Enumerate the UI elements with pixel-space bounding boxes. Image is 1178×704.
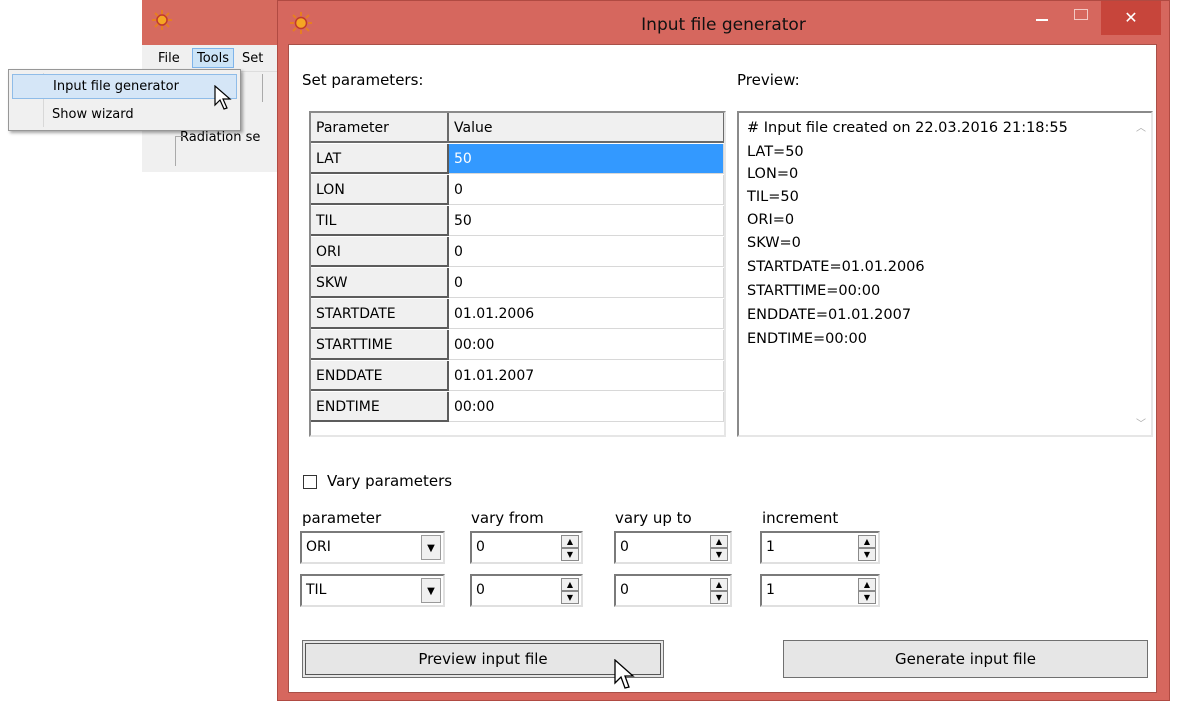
grid-row-param: ENDTIME <box>311 392 449 422</box>
set-parameters-label: Set parameters: <box>302 71 424 89</box>
parameter-select-value: ORI <box>306 539 331 555</box>
radiation-group-label: Radiation se <box>180 130 261 145</box>
preview-line: ENDTIME=00:00 <box>747 331 867 347</box>
grid-cell-value[interactable]: 01.01.2006 <box>449 299 724 329</box>
menu-item-show-wizard[interactable]: Show wizard <box>12 102 237 127</box>
preview-scrollbar[interactable]: ︿ ﹀ <box>1133 113 1151 435</box>
vary-from-value: 0 <box>476 582 485 598</box>
grid-cell-value[interactable]: 01.01.2007 <box>449 361 724 391</box>
dialog-title: Input file generator <box>641 15 806 35</box>
grid-row-param: STARTTIME <box>311 330 449 360</box>
preview-line: ORI=0 <box>747 212 795 228</box>
vary-from-spinner[interactable]: 0 ▲ ▼ <box>470 531 583 564</box>
preview-line: TIL=50 <box>747 189 799 205</box>
generate-input-file-button[interactable]: Generate input file <box>783 640 1148 678</box>
preview-line: ENDDATE=01.01.2007 <box>747 307 912 323</box>
minimize-icon[interactable] <box>1036 19 1048 21</box>
close-icon: ✕ <box>1124 8 1138 27</box>
mouse-cursor-icon <box>614 659 635 689</box>
group-border-left <box>175 136 176 166</box>
tools-dropdown-menu: Input file generator Show wizard <box>8 69 241 131</box>
parameter-grid[interactable]: Parameter Value LAT 50 LON 0 TIL 50 ORI … <box>309 111 726 437</box>
increment-spinner[interactable]: 1 ▲ ▼ <box>760 531 880 564</box>
preview-line: STARTTIME=00:00 <box>747 283 881 299</box>
grid-cell-value[interactable]: 0 <box>449 237 724 267</box>
spin-up-icon[interactable]: ▲ <box>858 578 876 591</box>
grid-row-param: LON <box>311 175 449 205</box>
toolbar-divider <box>262 74 263 102</box>
grid-cell-value[interactable]: 50 <box>449 206 724 236</box>
grid-row-param: LAT <box>311 144 449 174</box>
vary-parameters-label: Vary parameters <box>327 472 453 490</box>
preview-label: Preview: <box>737 71 800 89</box>
spin-up-icon[interactable]: ▲ <box>561 578 579 591</box>
vary-header-from: vary from <box>471 509 544 527</box>
grid-cell-value[interactable]: 50 <box>449 144 724 174</box>
grid-row-param: TIL <box>311 206 449 236</box>
vary-from-value: 0 <box>476 539 485 555</box>
grid-row-param: STARTDATE <box>311 299 449 329</box>
vary-header-increment: increment <box>762 509 839 527</box>
grid-row-param: ORI <box>311 237 449 267</box>
spin-up-icon[interactable]: ▲ <box>858 535 876 548</box>
vary-to-value: 0 <box>620 539 629 555</box>
vary-header-to: vary up to <box>615 509 692 527</box>
close-button[interactable]: ✕ <box>1101 1 1161 35</box>
spin-down-icon[interactable]: ▼ <box>710 548 728 561</box>
menu-settings[interactable]: Set <box>238 49 267 69</box>
grid-cell-value[interactable]: 00:00 <box>449 330 724 360</box>
preview-line: LON=0 <box>747 166 799 182</box>
menu-item-input-file-generator[interactable]: Input file generator <box>12 74 237 99</box>
preview-line: # Input file created on 22.03.2016 21:18… <box>747 120 1068 136</box>
sun-app-icon <box>152 10 172 30</box>
preview-line: SKW=0 <box>747 235 801 251</box>
spin-down-icon[interactable]: ▼ <box>561 591 579 604</box>
preview-input-file-button[interactable]: Preview input file <box>302 640 664 678</box>
vary-parameters-checkbox[interactable] <box>303 475 317 489</box>
increment-value: 1 <box>766 582 775 598</box>
parameter-select[interactable]: TIL ▼ <box>300 574 445 607</box>
preview-line: LAT=50 <box>747 144 804 160</box>
spin-up-icon[interactable]: ▲ <box>710 535 728 548</box>
menu-file[interactable]: File <box>154 49 184 69</box>
preview-textarea[interactable]: # Input file created on 22.03.2016 21:18… <box>737 111 1153 437</box>
spin-down-icon[interactable]: ▼ <box>858 591 876 604</box>
maximize-icon[interactable] <box>1074 9 1088 20</box>
grid-cell-value[interactable]: 00:00 <box>449 392 724 422</box>
main-window-titlebar <box>142 0 277 45</box>
menu-tools[interactable]: Tools <box>192 48 235 68</box>
vary-to-value: 0 <box>620 582 629 598</box>
grid-header-value: Value <box>449 113 724 143</box>
vary-header-parameter: parameter <box>302 509 382 527</box>
grid-cell-value[interactable]: 0 <box>449 268 724 298</box>
parameter-select-value: TIL <box>306 582 327 598</box>
chevron-down-icon[interactable]: ▼ <box>421 578 441 603</box>
spin-up-icon[interactable]: ▲ <box>710 578 728 591</box>
grid-cell-value[interactable]: 0 <box>449 175 724 205</box>
vary-to-spinner[interactable]: 0 ▲ ▼ <box>614 531 732 564</box>
scroll-down-icon[interactable]: ﹀ <box>1136 415 1146 430</box>
grid-header-parameter: Parameter <box>311 113 449 143</box>
mouse-cursor-icon <box>214 85 232 110</box>
scroll-up-icon[interactable]: ︿ <box>1136 119 1146 134</box>
spin-down-icon[interactable]: ▼ <box>710 591 728 604</box>
main-menubar: File Tools Set <box>142 45 277 72</box>
preview-line: STARTDATE=01.01.2006 <box>747 259 925 275</box>
increment-value: 1 <box>766 539 775 555</box>
increment-spinner[interactable]: 1 ▲ ▼ <box>760 574 880 607</box>
spin-down-icon[interactable]: ▼ <box>858 548 876 561</box>
group-border-top <box>175 136 183 137</box>
grid-row-param: SKW <box>311 268 449 298</box>
chevron-down-icon[interactable]: ▼ <box>421 535 441 560</box>
parameter-select[interactable]: ORI ▼ <box>300 531 445 564</box>
vary-to-spinner[interactable]: 0 ▲ ▼ <box>614 574 732 607</box>
spin-down-icon[interactable]: ▼ <box>561 548 579 561</box>
vary-from-spinner[interactable]: 0 ▲ ▼ <box>470 574 583 607</box>
grid-row-param: ENDDATE <box>311 361 449 391</box>
spin-up-icon[interactable]: ▲ <box>561 535 579 548</box>
